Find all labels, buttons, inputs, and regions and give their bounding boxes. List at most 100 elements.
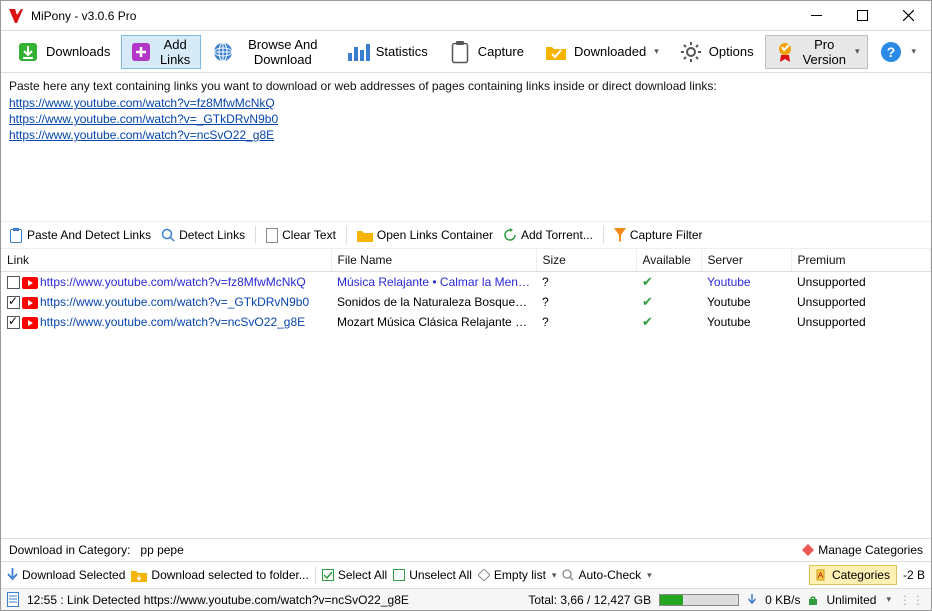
row-checkbox[interactable] [7,276,20,289]
paste-link[interactable]: https://www.youtube.com/watch?v=_GTkDRvN… [9,111,923,127]
row-premium: Unsupported [791,312,931,332]
close-button[interactable] [885,1,931,31]
page-icon [266,228,278,243]
add-torrent-button[interactable]: Add Torrent... [503,228,593,242]
row-link: https://www.youtube.com/watch?v=fz8MfwMc… [40,275,306,289]
row-checkbox[interactable] [7,296,20,309]
youtube-icon [22,277,38,289]
unselect-all-button[interactable]: Unselect All [393,568,472,582]
magnifier-icon [562,569,574,581]
link-actions-bar: Paste And Detect Links Detect Links Clea… [1,221,931,249]
lock-icon [808,594,818,606]
grip-icon[interactable]: ⋮⋮ [899,593,925,607]
col-premium[interactable]: Premium [791,249,931,272]
app-icon [7,7,25,25]
disk-progress [659,594,739,606]
category-label: Download in Category: [9,543,130,557]
arrow-down-icon [7,568,18,582]
help-icon: ? [879,40,903,64]
downloaded-label: Downloaded [574,44,646,59]
detect-links-button[interactable]: Detect Links [161,228,245,242]
options-label: Options [709,44,754,59]
pro-version-button[interactable]: Pro Version ▾ [765,35,869,69]
speed-text: 0 KB/s [765,593,800,607]
statistics-button[interactable]: Statistics [337,35,437,69]
auto-check-button[interactable]: Auto-Check ▾ [562,568,651,582]
row-filename: Sonidos de la Naturaleza Bosque Rel... [331,292,536,312]
plus-icon [130,40,152,64]
row-checkbox[interactable] [7,316,20,329]
add-links-button[interactable]: Add Links [121,35,201,69]
row-premium: Unsupported [791,272,931,293]
select-all-button[interactable]: Select All [322,568,387,582]
title-bar: MiPony - v3.0.6 Pro [1,1,931,31]
size-label: -2 B [903,568,925,582]
table-header-row: Link File Name Size Available Server Pre… [1,249,931,272]
download-to-folder-button[interactable]: Download selected to folder... [131,568,308,582]
open-links-container-button[interactable]: Open Links Container [357,228,493,242]
category-list[interactable]: pp pepe [140,543,183,557]
arrow-down-icon [747,594,757,606]
table-row[interactable]: https://www.youtube.com/watch?v=_GTkDRvN… [1,292,931,312]
paste-link[interactable]: https://www.youtube.com/watch?v=ncSvO22_… [9,127,923,143]
row-size: ? [536,272,636,293]
tag-icon: A [816,569,828,581]
col-server[interactable]: Server [701,249,791,272]
col-link[interactable]: Link [1,249,331,272]
clear-text-button[interactable]: Clear Text [266,228,336,243]
options-button[interactable]: Options [670,35,763,69]
main-toolbar: Downloads Add Links Browse And Download … [1,31,931,73]
window-title: MiPony - v3.0.6 Pro [31,9,793,23]
paste-link[interactable]: https://www.youtube.com/watch?v=fz8MfwMc… [9,95,923,111]
col-filename[interactable]: File Name [331,249,536,272]
chevron-down-icon: ▾ [552,570,557,581]
manage-categories-button[interactable]: Manage Categories [818,543,923,557]
chevron-down-icon: ▾ [647,570,652,581]
bottom-toolbar: Download Selected Download selected to f… [1,561,931,588]
col-size[interactable]: Size [536,249,636,272]
download-icon [16,40,40,64]
browse-download-button[interactable]: Browse And Download [203,35,335,69]
row-available: ✔ [636,312,701,332]
links-table: Link File Name Size Available Server Pre… [1,249,931,538]
capture-label: Capture [478,44,524,59]
minimize-button[interactable] [793,1,839,31]
gear-icon [679,40,703,64]
row-available: ✔ [636,292,701,312]
svg-text:?: ? [887,44,896,60]
download-selected-button[interactable]: Download Selected [7,568,125,582]
col-available[interactable]: Available [636,249,701,272]
capture-button[interactable]: Capture [439,35,533,69]
check-icon: ✔ [642,274,653,289]
diamond-icon [478,569,490,581]
chevron-down-icon: ▾ [654,46,659,57]
total-text: Total: 3,66 / 12,427 GB [528,593,651,607]
downloads-label: Downloads [46,44,110,59]
row-available: ✔ [636,272,701,293]
youtube-icon [22,317,38,329]
unlimited-text[interactable]: Unlimited [826,593,876,607]
chevron-down-icon: ▾ [886,594,891,605]
bar-chart-icon [346,40,370,64]
paste-text-area[interactable]: https://www.youtube.com/watch?v=fz8MfwMc… [1,95,931,153]
svg-text:A: A [818,571,824,580]
row-filename: Mozart Música Clásica Relajante para ... [331,312,536,332]
browse-label: Browse And Download [240,37,326,67]
paste-detect-links-button[interactable]: Paste And Detect Links [9,227,151,243]
table-row[interactable]: https://www.youtube.com/watch?v=fz8MfwMc… [1,272,931,293]
check-icon: ✔ [642,294,653,309]
downloads-button[interactable]: Downloads [7,35,119,69]
maximize-button[interactable] [839,1,885,31]
paste-icon [9,227,23,243]
capture-filter-button[interactable]: Capture Filter [614,228,703,242]
folder-down-icon [131,569,147,582]
help-button[interactable]: ? ▾ [870,35,925,69]
empty-list-button[interactable]: Empty list ▾ [478,568,557,582]
downloaded-button[interactable]: Downloaded ▾ [535,35,668,69]
empty-square-icon [393,569,405,581]
statistics-label: Statistics [376,44,428,59]
chevron-down-icon: ▾ [855,46,860,57]
table-row[interactable]: https://www.youtube.com/watch?v=ncSvO22_… [1,312,931,332]
row-size: ? [536,292,636,312]
categories-button[interactable]: A Categories [809,565,897,585]
